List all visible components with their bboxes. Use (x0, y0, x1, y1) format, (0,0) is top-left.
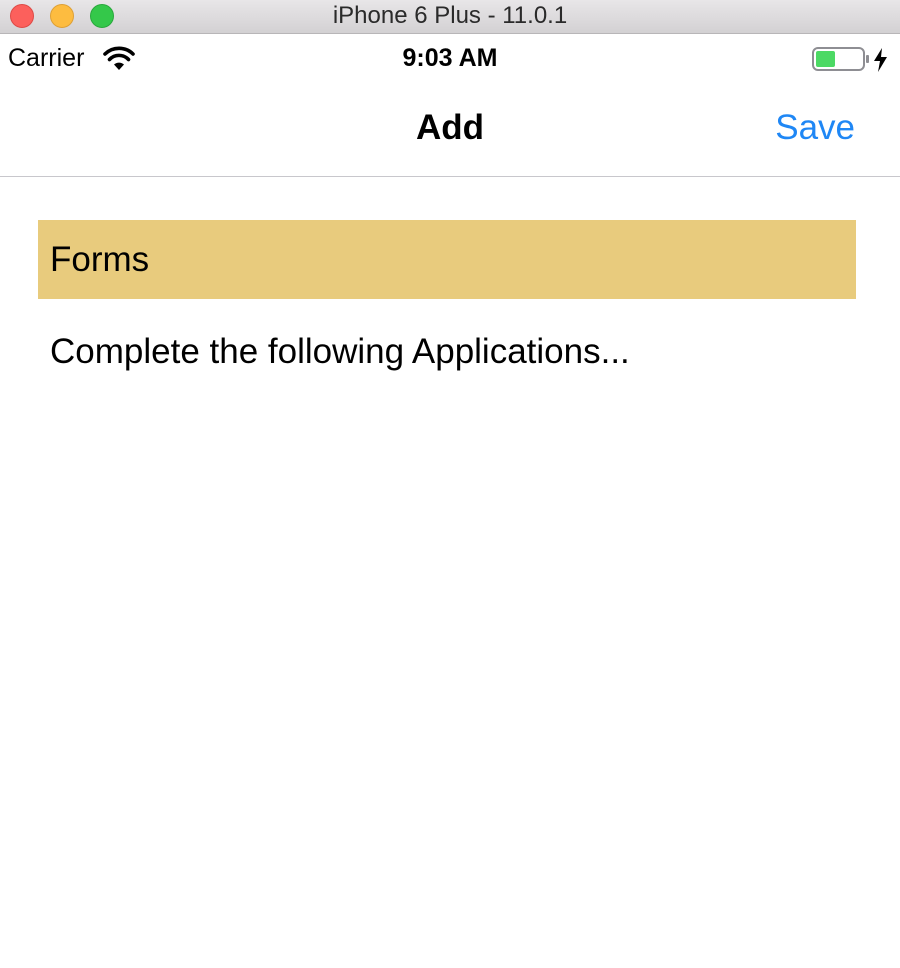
instruction-text: Complete the following Applications... (50, 332, 630, 371)
status-time: 9:03 AM (402, 44, 498, 72)
page-title: Add (415, 108, 485, 147)
forms-section-header: Forms (38, 220, 856, 299)
save-button[interactable]: Save (775, 108, 855, 148)
simulator-title-bar: iPhone 6 Plus - 11.0.1 (0, 0, 900, 34)
window-title: iPhone 6 Plus - 11.0.1 (332, 2, 568, 29)
status-bar: Carrier 9:03 AM (0, 34, 900, 84)
section-header-label: Forms (50, 240, 150, 279)
battery-charging-icon (812, 47, 887, 72)
navigation-bar: Add Save (0, 84, 900, 177)
